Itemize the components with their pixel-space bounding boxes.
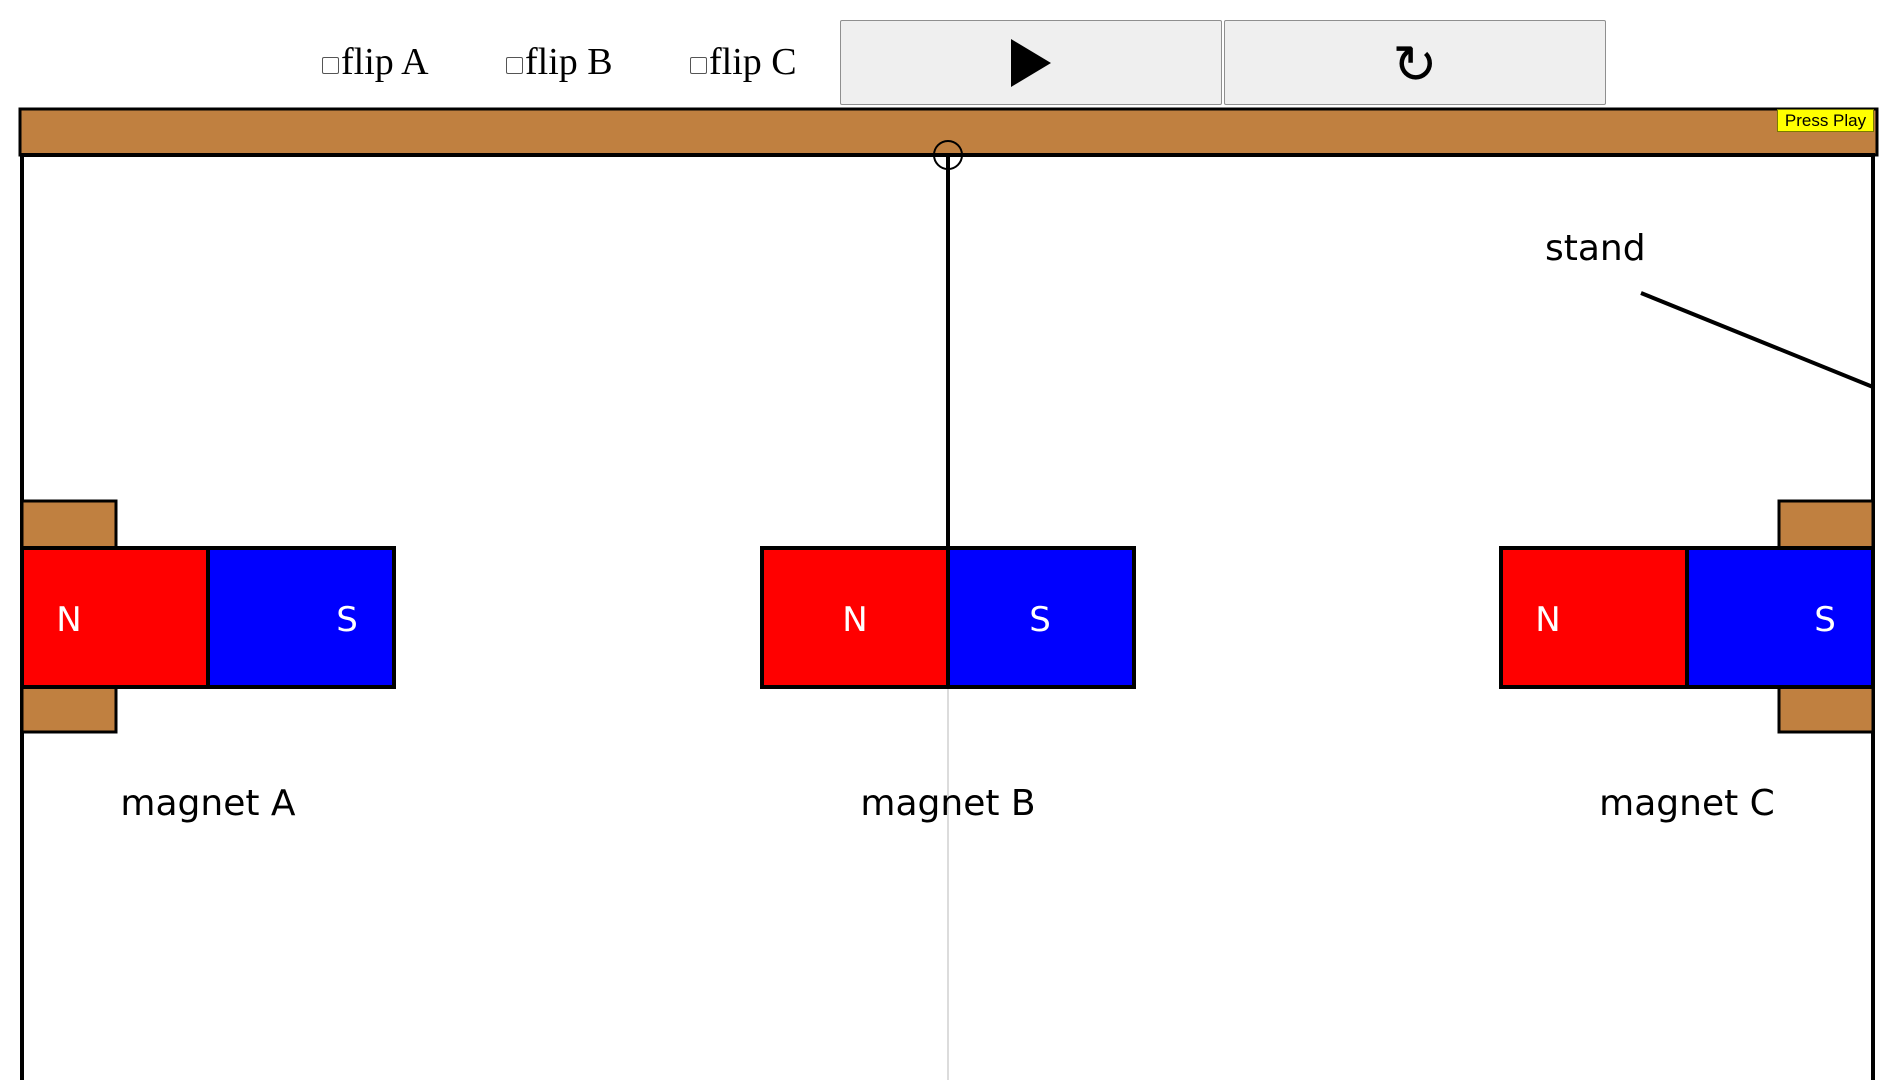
magnet-c-south: [1685, 546, 1875, 689]
magnet-a-label: magnet A: [120, 783, 296, 824]
magnet-c-north-label: N: [1535, 600, 1560, 640]
simulation-canvas: stand N S magnet A N S magnet B N S magn…: [18, 107, 1879, 1080]
magnet-a-north: [20, 546, 210, 689]
magnet-b-label: magnet B: [860, 783, 1035, 824]
magnet-a-south: [206, 546, 396, 689]
simulation-stage: stand N S magnet A N S magnet B N S magn…: [0, 0, 1897, 1080]
magnet-c-holder-top: [1777, 499, 1875, 550]
magnet-c-label: magnet C: [1599, 783, 1775, 824]
magnet-c: N S: [1499, 546, 1875, 689]
stand-label: stand: [1545, 228, 1646, 269]
magnet-a-holder-bottom: [20, 683, 118, 734]
magnet-c-north: [1499, 546, 1689, 689]
magnet-a-holder-top: [20, 499, 118, 550]
stand-top-beam: [18, 107, 1879, 157]
magnet-a-south-label: S: [336, 600, 358, 640]
magnet-b[interactable]: N S: [760, 546, 1136, 689]
magnet-a: N S: [20, 546, 396, 689]
status-badge: Press Play: [1777, 109, 1874, 132]
magnet-c-south-label: S: [1814, 600, 1836, 640]
magnet-a-north-label: N: [56, 600, 81, 640]
magnet-c-holder-bottom: [1777, 683, 1875, 734]
magnet-b-north-label: N: [842, 600, 867, 640]
magnet-b-south-label: S: [1029, 600, 1051, 640]
